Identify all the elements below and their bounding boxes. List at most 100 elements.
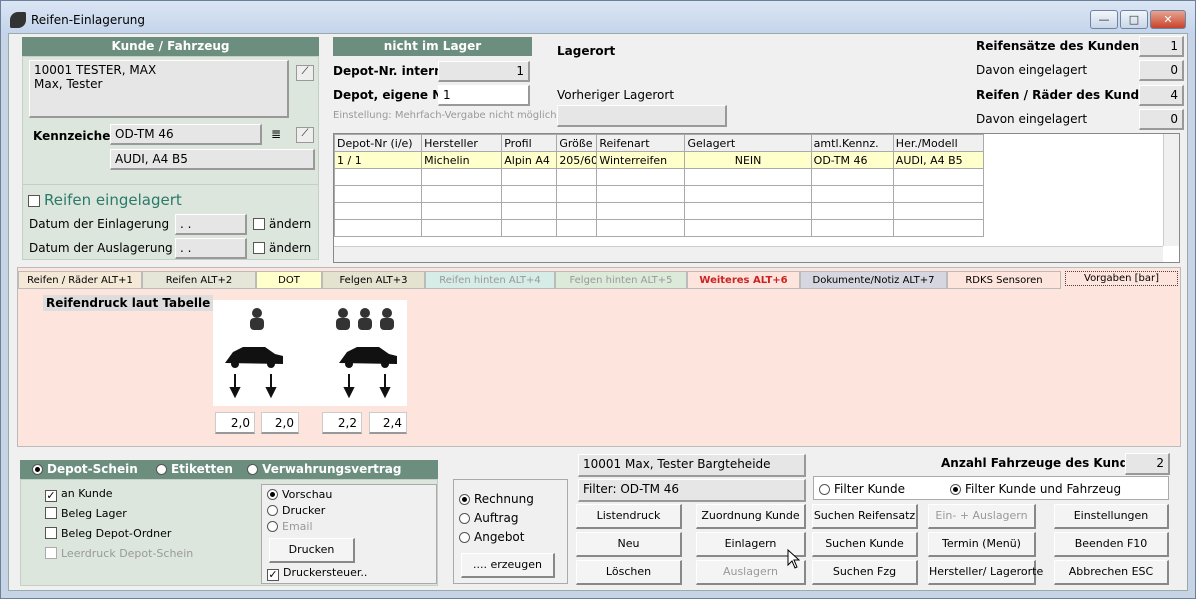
output-printer[interactable]: Drucker xyxy=(267,504,325,517)
pressure-front-right[interactable]: 2,0 xyxy=(261,412,299,434)
change-out-label: ändern xyxy=(269,241,312,255)
check-blank[interactable]: Leerdruck Depot-Schein xyxy=(45,547,193,560)
check-customer[interactable]: ✓ an Kunde xyxy=(45,487,113,502)
search-customer-button[interactable]: Suchen Kunde xyxy=(812,532,918,557)
col-stored[interactable]: Gelagert xyxy=(684,134,812,152)
cancel-button[interactable]: Abbrechen ESC xyxy=(1054,560,1169,585)
check-folder-label: Beleg Depot-Ordner xyxy=(61,527,172,540)
app-window: Reifen-Einlagerung — □ ✕ Kunde / Fahrzeu… xyxy=(0,0,1196,599)
list-icon[interactable]: ≣ xyxy=(271,127,281,141)
edit-plate-icon[interactable]: ⟋ xyxy=(296,127,314,143)
depot-intern-field[interactable]: 1 xyxy=(438,61,530,82)
tab-wheels[interactable]: Reifen / Räder ALT+1 xyxy=(18,271,142,289)
change-in-label: ändern xyxy=(269,217,312,231)
stored2-label: Davon eingelagert xyxy=(976,112,1088,126)
settings-button[interactable]: Einstellungen xyxy=(1054,504,1169,529)
printer-control-check[interactable]: ✓ Druckersteuer.. xyxy=(267,566,367,581)
customer-info-field: 10001 Max, Tester Bargteheide xyxy=(578,454,806,477)
prev-location-label: Vorheriger Lagerort xyxy=(557,88,675,102)
col-profile[interactable]: Profil xyxy=(501,134,558,152)
pressure-rear-left[interactable]: 2,2 xyxy=(322,412,362,434)
table-row[interactable] xyxy=(333,185,985,203)
tab-presets[interactable]: Vorgaben [bar] xyxy=(1065,271,1178,286)
in-out-button[interactable]: Ein- + Auslagern xyxy=(928,504,1036,529)
edit-customer-icon[interactable]: ⟋ xyxy=(296,65,314,81)
new-button[interactable]: Neu xyxy=(576,532,682,557)
car-pressure-illustration xyxy=(225,308,397,399)
tab-rear-rims[interactable]: Felgen hinten ALT+5 xyxy=(555,271,687,289)
filter-customer-vehicle[interactable]: Filter Kunde und Fahrzeug xyxy=(950,482,1121,496)
vehicle-model-field[interactable]: AUDI, A4 B5 xyxy=(110,149,315,170)
doc-invoice[interactable]: Rechnung xyxy=(459,492,534,506)
tab-documents[interactable]: Dokumente/Notiz ALT+7 xyxy=(800,271,947,289)
depot-own-field[interactable]: 1 xyxy=(438,85,530,106)
plate-label: Kennzeichen xyxy=(33,129,119,143)
tab-tires[interactable]: Reifen ALT+2 xyxy=(142,271,256,289)
storage-out-field[interactable]: . . xyxy=(175,238,247,259)
customer-address[interactable]: 10001 TESTER, MAX Max, Tester xyxy=(29,60,289,118)
change-out-checkbox[interactable]: ändern xyxy=(253,241,311,255)
pressure-rear-right[interactable]: 2,4 xyxy=(369,412,407,434)
tab-content-panel xyxy=(17,267,1181,447)
print-button[interactable]: Drucken xyxy=(269,538,355,563)
output-email[interactable]: Email xyxy=(267,520,313,533)
vehicles-value: 2 xyxy=(1125,453,1170,475)
option-depot-schein[interactable]: Depot-Schein xyxy=(32,462,138,476)
col-model[interactable]: Her./Modell xyxy=(892,134,985,152)
col-depot[interactable]: Depot-Nr (i/e) xyxy=(333,134,423,152)
tab-rdks[interactable]: RDKS Sensoren xyxy=(947,271,1061,289)
storage-in-field[interactable]: . . xyxy=(175,214,247,235)
tab-dot[interactable]: DOT xyxy=(256,271,322,289)
delete-button[interactable]: Löschen xyxy=(576,560,682,585)
table-row[interactable] xyxy=(333,219,985,237)
table-row[interactable] xyxy=(333,168,985,186)
option-etiketten[interactable]: Etiketten xyxy=(155,462,233,476)
tab-rims[interactable]: Felgen ALT+3 xyxy=(322,271,425,289)
change-in-checkbox[interactable]: ändern xyxy=(253,217,311,231)
manufacturer-locations-button[interactable]: Hersteller/ Lagerorte xyxy=(928,560,1043,585)
filter-customer-label: Filter Kunde xyxy=(834,482,906,496)
output-printer-label: Drucker xyxy=(282,504,326,517)
tab-rear-tires[interactable]: Reifen hinten ALT+4 xyxy=(425,271,555,289)
list-print-button[interactable]: Listendruck xyxy=(576,504,682,529)
prev-location-field[interactable] xyxy=(557,105,727,127)
maximize-button[interactable]: □ xyxy=(1120,10,1148,29)
grid-header-row: Depot-Nr (i/e) Hersteller Profil Größe R… xyxy=(333,134,985,152)
table-row[interactable] xyxy=(333,202,985,220)
exit-button[interactable]: Beenden F10 xyxy=(1054,532,1169,557)
appointment-button[interactable]: Termin (Menü) xyxy=(928,532,1036,557)
minimize-button[interactable]: — xyxy=(1090,10,1118,29)
option-vertrag[interactable]: Verwahrungsvertrag xyxy=(247,462,402,476)
doc-order[interactable]: Auftrag xyxy=(459,511,518,525)
table-row[interactable]: 1 / 1 Michelin Alpin A4 205/60 Winterrei… xyxy=(333,151,985,169)
assign-customer-button[interactable]: Zuordnung Kunde xyxy=(696,504,806,529)
pressure-front-left[interactable]: 2,0 xyxy=(215,412,255,434)
col-type[interactable]: Reifenart xyxy=(596,134,686,152)
close-button[interactable]: ✕ xyxy=(1150,10,1186,29)
doc-offer-label: Angebot xyxy=(474,530,525,544)
stored-checkbox[interactable]: Reifen eingelagert xyxy=(28,191,182,209)
filter-customer[interactable]: Filter Kunde xyxy=(819,482,905,496)
col-manufacturer[interactable]: Hersteller xyxy=(421,134,503,152)
col-size[interactable]: Größe xyxy=(556,134,598,152)
output-preview[interactable]: Vorschau xyxy=(267,488,332,501)
printer-control-label: Druckersteuer.. xyxy=(283,566,368,579)
vertical-scrollbar[interactable] xyxy=(1163,134,1179,246)
stored2-value: 0 xyxy=(1139,109,1184,130)
col-plate[interactable]: amtl.Kennz. xyxy=(810,134,894,152)
doc-offer[interactable]: Angebot xyxy=(459,530,524,544)
search-vehicle-button[interactable]: Suchen Fzg xyxy=(812,560,918,585)
check-folder[interactable]: Beleg Depot-Ordner xyxy=(45,527,171,540)
check-storage[interactable]: Beleg Lager xyxy=(45,507,127,520)
cell-stored: NEIN xyxy=(684,151,812,169)
tire-grid[interactable]: Depot-Nr (i/e) Hersteller Profil Größe R… xyxy=(333,133,1180,263)
plate-field[interactable]: OD-TM 46 xyxy=(110,124,262,145)
output-email-label: Email xyxy=(282,520,313,533)
stored-title: Reifen eingelagert xyxy=(44,191,182,209)
tab-more[interactable]: Weiteres ALT+6 xyxy=(687,271,800,289)
create-button[interactable]: .... erzeugen xyxy=(461,553,555,578)
person-icon-front xyxy=(250,308,264,330)
search-set-button[interactable]: Suchen Reifensatz xyxy=(812,504,918,529)
customer-line2: Max, Tester xyxy=(34,77,103,91)
horizontal-scrollbar[interactable] xyxy=(334,246,1163,262)
